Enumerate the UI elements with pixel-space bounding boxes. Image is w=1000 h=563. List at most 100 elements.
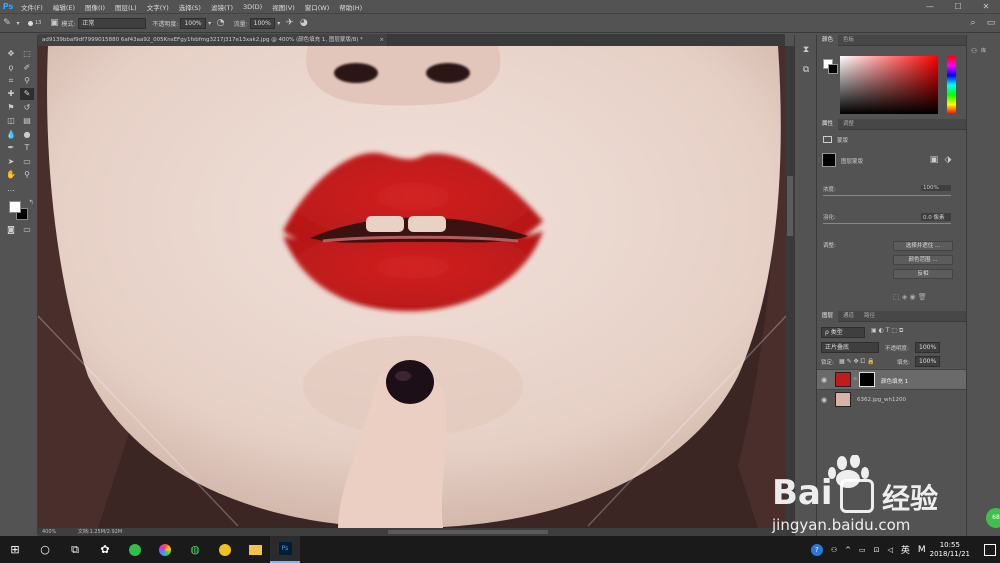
photoshop-taskbar-icon[interactable]: Ps: [270, 536, 300, 563]
stamp-tool-icon[interactable]: ⚑: [4, 102, 18, 114]
clock[interactable]: 10:55 2018/11/21: [930, 541, 970, 559]
mode-select[interactable]: 正常: [78, 17, 147, 29]
layer-mask-thumbnail[interactable]: [859, 372, 875, 387]
browser-app-icon[interactable]: [120, 536, 150, 563]
color-field[interactable]: [840, 56, 938, 114]
layer-name[interactable]: 颜色填充 1: [881, 377, 908, 385]
eraser-tool-icon[interactable]: ◫: [4, 115, 18, 127]
feather-slider[interactable]: [823, 223, 951, 224]
workspace-icon[interactable]: ▭: [984, 16, 998, 30]
volume-icon[interactable]: ◁: [887, 546, 892, 554]
airbrush-icon[interactable]: ✈: [283, 16, 297, 30]
baidu-app-icon[interactable]: [210, 536, 240, 563]
chevron-down-icon[interactable]: ▾: [206, 16, 214, 30]
layer-row[interactable]: ◉ 6362.jpg_wh1200: [817, 389, 967, 409]
type-tool-icon[interactable]: T: [20, 142, 34, 154]
tab-layers[interactable]: 图层: [817, 310, 839, 322]
fill-field[interactable]: 100%: [915, 356, 941, 367]
gradient-tool-icon[interactable]: ▤: [20, 115, 34, 127]
menu-layer[interactable]: 图层(L): [110, 2, 142, 12]
tray-expand-icon[interactable]: ^: [845, 546, 851, 554]
marquee-tool-icon[interactable]: ⬚: [20, 48, 34, 60]
notification-badge[interactable]: 68: [986, 508, 1000, 528]
menu-view[interactable]: 视图(V): [267, 2, 300, 12]
foreground-color-swatch[interactable]: [9, 201, 21, 213]
ime-mode-indicator[interactable]: M: [918, 545, 926, 555]
tab-color[interactable]: 颜色: [817, 34, 839, 46]
pixel-mask-icon[interactable]: ▣: [927, 153, 941, 167]
pressure-opacity-icon[interactable]: ◔: [214, 16, 228, 30]
select-and-mask-button[interactable]: 选择并遮住 ...: [893, 241, 953, 251]
hand-tool-icon[interactable]: ✋: [4, 169, 18, 181]
horizontal-scrollbar[interactable]: [388, 530, 548, 534]
dodge-tool-icon[interactable]: ●: [20, 129, 34, 141]
notification-icon[interactable]: [984, 543, 996, 556]
lock-pixels-icon[interactable]: ✎: [847, 358, 852, 365]
visibility-icon[interactable]: ◉: [909, 293, 915, 301]
filter-type-icon[interactable]: T: [886, 327, 890, 334]
move-tool-icon[interactable]: ✥: [4, 48, 18, 60]
visibility-eye-icon[interactable]: ◉: [821, 376, 827, 384]
search-icon[interactable]: ⌕: [966, 16, 980, 30]
help-icon[interactable]: ?: [810, 543, 823, 556]
eyedropper-tool-icon[interactable]: ⚲: [20, 75, 34, 87]
density-value[interactable]: 100%: [921, 185, 951, 191]
task-view-icon[interactable]: ⧉: [60, 536, 90, 563]
lock-all-icon[interactable]: 🔒: [867, 358, 874, 365]
more-tools-icon[interactable]: …: [4, 183, 18, 195]
layer-filter-select[interactable]: ρ 类型: [821, 327, 865, 338]
menu-help[interactable]: 帮助(H): [334, 2, 367, 12]
shape-tool-icon[interactable]: ▭: [20, 156, 34, 168]
battery-icon[interactable]: ▭: [859, 546, 866, 554]
vector-mask-icon[interactable]: ⬗: [941, 153, 955, 167]
chevron-down-icon[interactable]: ▾: [14, 16, 22, 30]
tab-properties[interactable]: 属性: [817, 118, 839, 130]
tab-paths[interactable]: 路径: [859, 311, 880, 322]
menu-edit[interactable]: 编辑(E): [48, 2, 80, 12]
layer-opacity-field[interactable]: 100%: [915, 342, 941, 353]
brush-preset-picker[interactable]: 13: [22, 20, 41, 26]
lock-transparent-icon[interactable]: ▦: [839, 358, 845, 365]
wechat-icon[interactable]: ◍: [180, 536, 210, 563]
tab-swatches[interactable]: 色板: [838, 35, 859, 46]
healing-tool-icon[interactable]: ✚: [4, 88, 18, 100]
pressure-size-icon[interactable]: ◕: [297, 16, 311, 30]
pen-tool-icon[interactable]: ✒: [4, 142, 18, 154]
quick-select-tool-icon[interactable]: ✐: [20, 62, 34, 74]
zoom-level[interactable]: 400%: [42, 529, 56, 535]
menu-filter[interactable]: 滤镜(T): [206, 2, 238, 12]
hue-slider[interactable]: [947, 56, 956, 114]
feather-value[interactable]: 0.0 像素: [921, 213, 951, 221]
brush-tool-icon[interactable]: ✎: [20, 88, 34, 100]
lasso-tool-icon[interactable]: ϙ: [4, 62, 18, 74]
canvas[interactable]: [38, 46, 786, 528]
menu-select[interactable]: 选择(S): [174, 2, 206, 12]
filter-shape-icon[interactable]: ⬚: [891, 327, 897, 334]
menu-file[interactable]: 文件(F): [16, 2, 48, 12]
zoom-tool-icon[interactable]: ⚲: [20, 169, 34, 181]
start-icon[interactable]: ⊞: [0, 536, 30, 563]
invert-button[interactable]: 反相: [893, 269, 953, 279]
crop-tool-icon[interactable]: ⌗: [4, 75, 18, 87]
history-panel-icon[interactable]: ⧗: [799, 43, 813, 57]
properties-panel-icon[interactable]: ⧉: [799, 63, 813, 77]
close-tab-icon[interactable]: ×: [379, 34, 384, 46]
pinwheel-app-icon[interactable]: ✿: [90, 536, 120, 563]
chevron-down-icon[interactable]: ▾: [275, 16, 283, 30]
libraries-icon[interactable]: ⚇: [971, 47, 977, 55]
menu-image[interactable]: 图像(I): [80, 2, 110, 12]
background-swatch[interactable]: [828, 64, 838, 74]
menu-type[interactable]: 文字(Y): [142, 2, 174, 12]
swap-colors-icon[interactable]: ↰: [24, 197, 38, 209]
document-tab[interactable]: ad9139bbaf9df7999015880 6af43aa92_005Kns…: [38, 34, 387, 46]
ime-indicator[interactable]: 英: [901, 543, 910, 556]
blend-mode-select[interactable]: 正片叠底: [821, 342, 879, 353]
flow-field[interactable]: 100%: [249, 17, 275, 29]
filter-smart-icon[interactable]: ⧉: [899, 327, 903, 334]
brush-panel-icon[interactable]: ▣: [47, 16, 61, 30]
people-icon[interactable]: ⚇: [831, 546, 837, 554]
history-brush-icon[interactable]: ↺: [20, 102, 34, 114]
scroll-thumb[interactable]: [787, 176, 793, 236]
network-icon[interactable]: ⊡: [874, 546, 880, 554]
close-window-button[interactable]: ✕: [972, 0, 1000, 13]
